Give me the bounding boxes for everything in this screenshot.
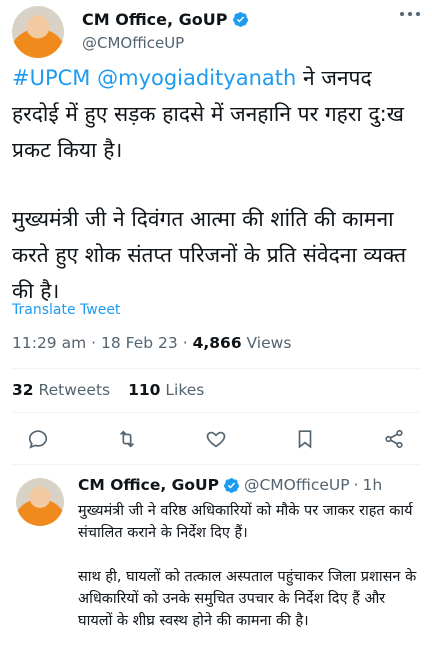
retweets-stat[interactable]: 32 Retweets (12, 381, 110, 399)
share-icon (385, 429, 403, 449)
views-label: Views (246, 334, 292, 352)
views-count: 4,866 (192, 334, 242, 352)
bookmark-button[interactable] (293, 427, 317, 451)
name-row: CM Office, GoUP (82, 10, 249, 29)
avatar[interactable] (12, 6, 64, 58)
retweets-label: Retweets (38, 381, 111, 399)
meta-separator: · (91, 334, 97, 352)
reply-paragraph-2: साथ ही, घायलों को तत्काल अस्पताल पहुंचाक… (78, 569, 417, 629)
meta-separator: · (182, 334, 188, 352)
retweets-count: 32 (12, 381, 34, 399)
reply-button[interactable] (26, 427, 50, 451)
tweet-time[interactable]: 1h (363, 476, 383, 494)
display-name[interactable]: CM Office, GoUP (78, 476, 219, 494)
display-name[interactable]: CM Office, GoUP (82, 10, 228, 29)
verified-badge-icon (232, 12, 248, 27)
like-button[interactable] (204, 427, 228, 451)
retweet-button[interactable] (115, 427, 139, 451)
reply-header: CM Office, GoUP @CMOfficeUP · 1h (78, 476, 382, 494)
action-bar (26, 426, 406, 452)
tweet-header: CM Office, GoUP @CMOfficeUP (12, 6, 420, 58)
divider (12, 368, 420, 369)
tweet-time[interactable]: 11:29 am (12, 334, 86, 352)
divider (12, 412, 420, 413)
reply-paragraph-1: मुख्यमंत्री जी ने वरिष्ठ अधिकारियों को म… (78, 503, 413, 541)
more-icon[interactable] (400, 12, 420, 18)
verified-badge-icon (224, 477, 240, 493)
likes-count: 110 (128, 381, 161, 399)
like-icon (206, 431, 226, 448)
retweet-icon (119, 430, 135, 448)
tweet-text-paragraph-2: मुख्यमंत्री जी ने दिवंगत आत्मा की शांति … (12, 207, 407, 303)
reply-text: मुख्यमंत्री जी ने वरिष्ठ अधिकारियों को म… (78, 500, 418, 632)
translate-tweet-link[interactable]: Translate Tweet (12, 302, 120, 318)
tweet-stats: 32 Retweets 110 Likes (12, 381, 204, 399)
tweet-date[interactable]: 18 Feb 23 (101, 334, 178, 352)
tweet-meta: 11:29 am · 18 Feb 23 · 4,866 Views (12, 334, 291, 352)
handle[interactable]: @CMOfficeUP (244, 476, 350, 494)
handle[interactable]: @CMOfficeUP (82, 34, 184, 52)
meta-separator: · (353, 476, 359, 494)
share-button[interactable] (382, 427, 406, 451)
mention-link[interactable]: @myogiadityanath (97, 66, 296, 90)
likes-label: Likes (165, 381, 205, 399)
reply-icon (28, 430, 48, 449)
hashtag-link[interactable]: #UPCM (12, 66, 90, 90)
bookmark-icon (298, 430, 312, 449)
tweet-text: #UPCM @myogiadityanath ने जनपद हरदोई में… (12, 60, 424, 309)
likes-stat[interactable]: 110 Likes (128, 381, 204, 399)
avatar[interactable] (16, 478, 64, 526)
divider (12, 464, 420, 465)
